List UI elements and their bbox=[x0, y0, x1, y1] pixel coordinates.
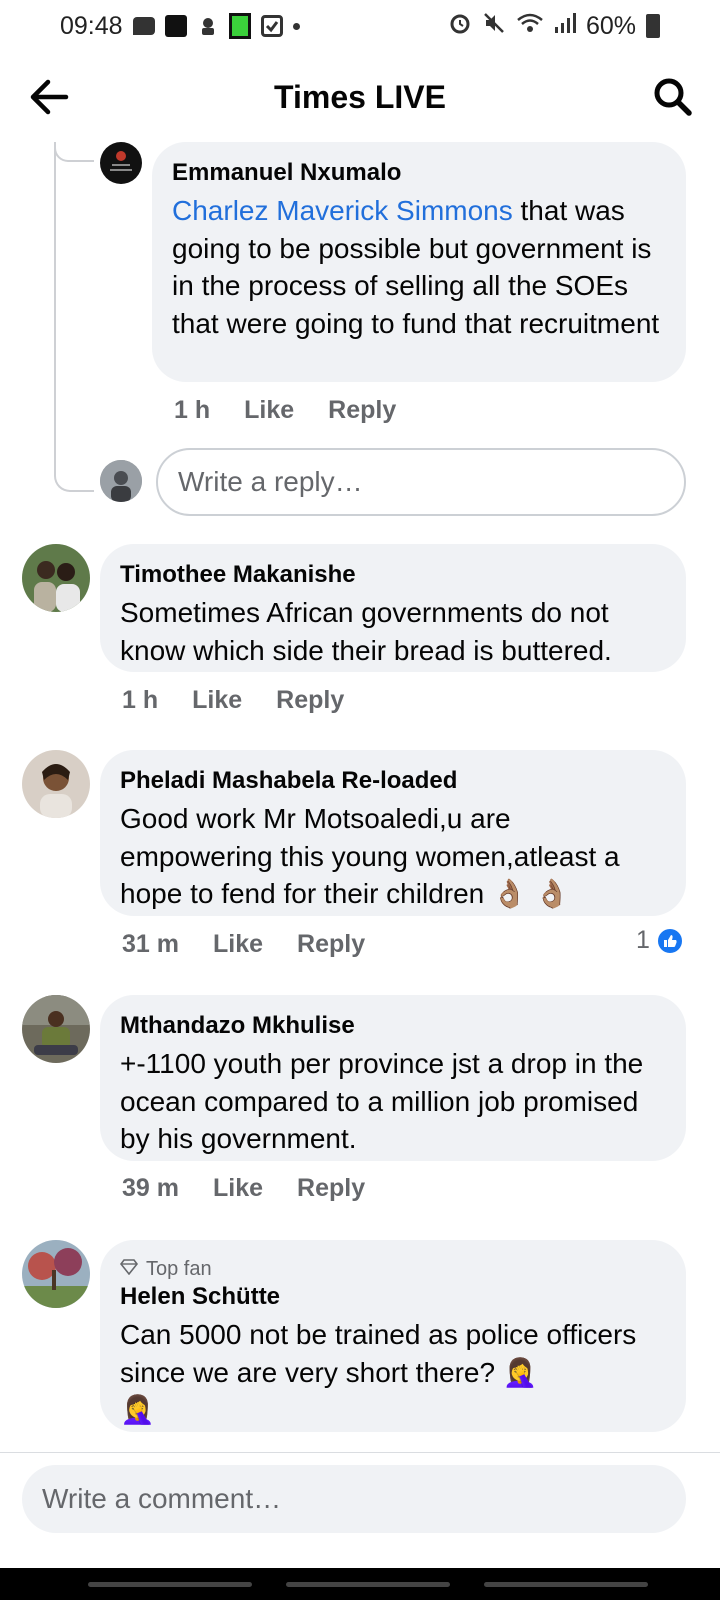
status-time: 09:48 bbox=[60, 11, 123, 40]
search-icon[interactable] bbox=[648, 72, 698, 122]
comment-text: +-1100 youth per province jst a drop in … bbox=[120, 1048, 644, 1154]
reply-button[interactable]: Reply bbox=[328, 396, 396, 425]
comment-actions: 31 m Like Reply bbox=[122, 930, 365, 959]
comment-time[interactable]: 1 h bbox=[174, 396, 210, 425]
dot-icon bbox=[292, 22, 300, 30]
flower-icon bbox=[197, 15, 219, 37]
phone-icon bbox=[228, 13, 251, 39]
reply-button[interactable]: Reply bbox=[297, 930, 365, 959]
reaction-count[interactable]: 1 bbox=[636, 926, 684, 955]
avatar[interactable] bbox=[100, 142, 142, 184]
comment-text: Sometimes African governments do not kno… bbox=[120, 597, 612, 666]
thumbs-up-icon bbox=[655, 926, 684, 955]
avatar[interactable] bbox=[22, 750, 90, 818]
comment-text: Can 5000 not be trained as police office… bbox=[120, 1319, 637, 1388]
avatar[interactable] bbox=[22, 1240, 90, 1308]
wifi-icon bbox=[516, 11, 544, 42]
reply-button[interactable]: Reply bbox=[276, 686, 344, 715]
reaction-number: 1 bbox=[636, 926, 650, 954]
comment-actions: 1 h Like Reply bbox=[174, 396, 396, 425]
top-fan-label: Top fan bbox=[146, 1258, 212, 1280]
back-arrow-icon[interactable] bbox=[24, 72, 74, 122]
status-bar: 09:48 60% bbox=[0, 0, 720, 52]
comment-emoji-line: 🤦‍♀️ bbox=[120, 1394, 155, 1425]
like-button[interactable]: Like bbox=[213, 930, 263, 959]
like-button[interactable]: Like bbox=[244, 396, 294, 425]
comment-author[interactable]: Helen Schütte bbox=[120, 1282, 666, 1312]
comment-time[interactable]: 31 m bbox=[122, 930, 179, 959]
nav-back-handle[interactable] bbox=[88, 1582, 252, 1587]
comment-time[interactable]: 39 m bbox=[122, 1174, 179, 1203]
app-header: Times LIVE bbox=[0, 52, 720, 142]
reply-input[interactable]: Write a reply… bbox=[156, 448, 686, 516]
comment-bubble: Emmanuel Nxumalo Charlez Maverick Simmon… bbox=[152, 142, 686, 382]
comment-composer: Write a comment… bbox=[0, 1452, 720, 1568]
page-title: Times LIVE bbox=[274, 78, 446, 115]
comment-placeholder: Write a comment… bbox=[42, 1483, 282, 1514]
comment-bubble: Mthandazo Mkhulise +-1100 youth per prov… bbox=[100, 995, 686, 1161]
mention-link[interactable]: Charlez Maverick Simmons bbox=[172, 195, 513, 226]
avatar[interactable] bbox=[22, 995, 90, 1063]
nav-home-handle[interactable] bbox=[286, 1582, 450, 1587]
system-nav-bar bbox=[0, 1568, 720, 1600]
comment-text: Charlez Maverick Simmons that was going … bbox=[172, 192, 666, 342]
mute-icon bbox=[482, 11, 506, 42]
avatar[interactable] bbox=[22, 544, 90, 612]
battery-icon bbox=[646, 14, 660, 38]
comment-actions: 39 m Like Reply bbox=[122, 1174, 365, 1203]
like-button[interactable]: Like bbox=[213, 1174, 263, 1203]
checkbox-icon bbox=[260, 15, 283, 37]
reply-placeholder: Write a reply… bbox=[178, 466, 363, 497]
reply-button[interactable]: Reply bbox=[297, 1174, 365, 1203]
like-button[interactable]: Like bbox=[192, 686, 242, 715]
comment-bubble: Pheladi Mashabela Re-loaded Good work Mr… bbox=[100, 750, 686, 916]
comment-author[interactable]: Emmanuel Nxumalo bbox=[172, 158, 666, 188]
chat-icon bbox=[132, 17, 155, 35]
thread-line bbox=[54, 142, 94, 492]
battery-percent: 60% bbox=[585, 11, 636, 40]
signal-icon bbox=[554, 11, 576, 42]
comment-bubble: Timothee Makanishe Sometimes African gov… bbox=[100, 544, 686, 672]
comment-input[interactable]: Write a comment… bbox=[22, 1465, 686, 1533]
alarm-icon bbox=[448, 11, 472, 42]
comment-author[interactable]: Timothee Makanishe bbox=[120, 560, 666, 590]
comment-bubble: Top fan Helen Schütte Can 5000 not be tr… bbox=[100, 1240, 686, 1432]
app-icon bbox=[164, 15, 187, 37]
my-avatar bbox=[100, 460, 142, 502]
comment-author[interactable]: Mthandazo Mkhulise bbox=[120, 1011, 666, 1041]
thread-branch bbox=[54, 142, 94, 162]
nav-recents-handle[interactable] bbox=[484, 1582, 648, 1587]
diamond-icon bbox=[119, 1256, 139, 1282]
comment-actions: 1 h Like Reply bbox=[122, 686, 344, 715]
comment-author[interactable]: Pheladi Mashabela Re-loaded bbox=[120, 766, 666, 796]
top-fan-badge: Top fan bbox=[119, 1256, 666, 1282]
comment-text: Good work Mr Motsoaledi,u are empowering… bbox=[120, 803, 620, 909]
comment-time[interactable]: 1 h bbox=[122, 686, 158, 715]
